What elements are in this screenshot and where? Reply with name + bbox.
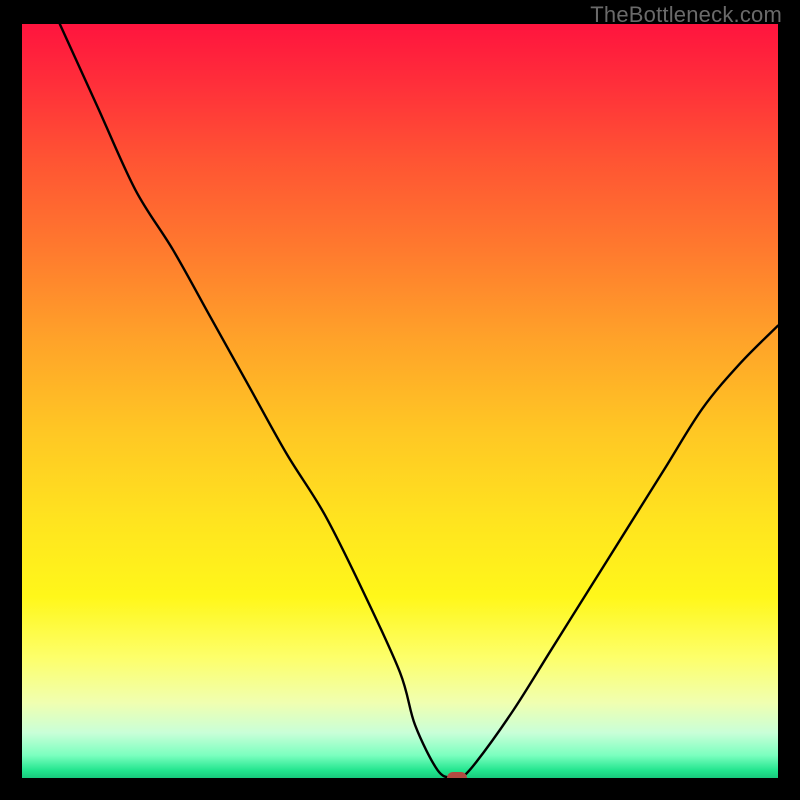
plot-area [22,24,778,778]
curve-path [60,24,778,778]
chart-frame: TheBottleneck.com [0,0,800,800]
watermark-text: TheBottleneck.com [590,2,782,28]
bottleneck-curve [22,24,778,778]
optimum-marker [447,772,467,778]
